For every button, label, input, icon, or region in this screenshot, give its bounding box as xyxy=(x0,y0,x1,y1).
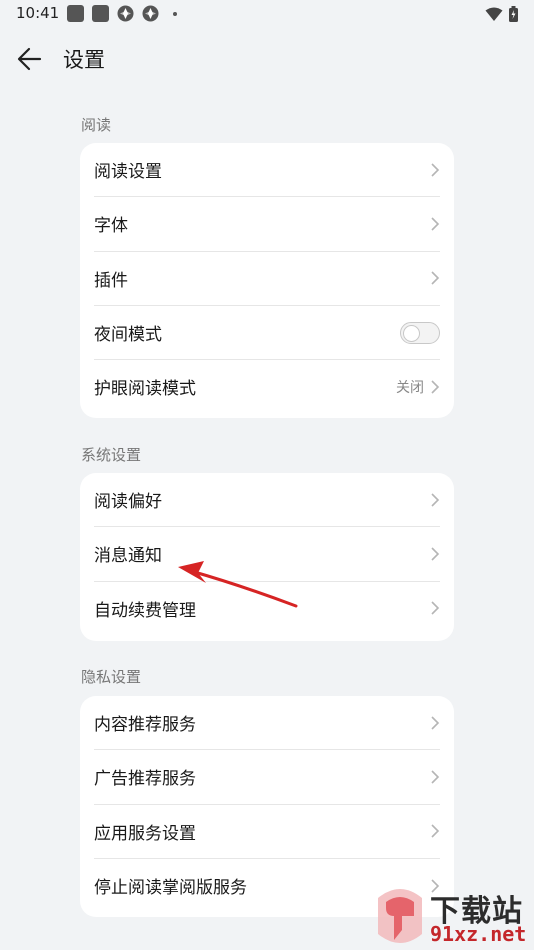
settings-item-label: 插件 xyxy=(94,270,128,291)
watermark-logo-icon xyxy=(378,889,422,943)
section-header-reading: 阅读 xyxy=(81,116,112,134)
settings-item-auto-renewal[interactable]: 自动续费管理 xyxy=(94,582,440,635)
chevron-right-icon xyxy=(431,824,440,838)
settings-item-label: 字体 xyxy=(94,216,128,237)
night-mode-toggle[interactable] xyxy=(400,321,440,344)
chevron-right-icon xyxy=(431,493,440,507)
chevron-right-icon xyxy=(431,716,440,730)
settings-item-night-mode: 夜间模式 xyxy=(94,306,440,361)
system-settings-card: 阅读偏好 消息通知 自动续费管理 xyxy=(80,473,454,641)
settings-item-label: 应用服务设置 xyxy=(94,823,196,844)
back-arrow-icon xyxy=(17,47,42,71)
chevron-right-icon xyxy=(431,380,440,394)
back-button[interactable] xyxy=(14,44,46,74)
eye-protection-status: 关闭 xyxy=(396,379,424,396)
wifi-icon xyxy=(485,7,503,26)
toggle-knob xyxy=(403,324,420,342)
settings-item-reading-preferences[interactable]: 阅读偏好 xyxy=(94,473,440,528)
settings-item-label: 自动续费管理 xyxy=(94,600,196,621)
chevron-right-icon xyxy=(431,217,440,231)
settings-item-app-service-settings[interactable]: 应用服务设置 xyxy=(94,805,440,859)
watermark: 下载站 91xz.net xyxy=(372,886,532,948)
settings-item-font[interactable]: 字体 xyxy=(94,197,440,252)
chevron-right-icon xyxy=(431,547,440,561)
pinwheel-icon xyxy=(117,5,134,22)
chevron-right-icon xyxy=(431,601,440,615)
chevron-right-icon xyxy=(431,271,440,285)
settings-item-label: 夜间模式 xyxy=(94,325,162,346)
settings-item-label: 内容推荐服务 xyxy=(94,715,196,736)
settings-item-label: 阅读设置 xyxy=(94,162,162,183)
settings-item-label: 广告推荐服务 xyxy=(94,769,196,790)
notification-icons xyxy=(67,5,177,22)
app-notification-icon xyxy=(92,5,109,22)
system-icons xyxy=(485,6,518,26)
status-time: 10:41 xyxy=(16,4,60,22)
chevron-right-icon xyxy=(431,163,440,177)
section-header-system: 系统设置 xyxy=(81,446,142,464)
more-notifications-dot-icon xyxy=(173,11,177,16)
battery-icon xyxy=(509,6,518,26)
pinwheel-icon xyxy=(142,5,159,22)
chevron-right-icon xyxy=(431,770,440,784)
page-title: 设置 xyxy=(63,48,105,72)
settings-item-ad-recommendation[interactable]: 广告推荐服务 xyxy=(94,750,440,805)
settings-item-plugins[interactable]: 插件 xyxy=(94,252,440,306)
status-bar: 10:41 xyxy=(0,0,534,28)
settings-item-eye-protection-mode[interactable]: 护眼阅读模式 关闭 xyxy=(94,360,440,413)
settings-item-reading-settings[interactable]: 阅读设置 xyxy=(94,143,440,198)
reading-settings-card: 阅读设置 字体 插件 夜间模式 护眼阅读模式 关闭 xyxy=(80,143,454,418)
app-notification-icon xyxy=(67,5,84,22)
settings-item-label: 停止阅读掌阅版服务 xyxy=(94,878,247,899)
section-header-privacy: 隐私设置 xyxy=(81,668,142,686)
settings-item-notifications[interactable]: 消息通知 xyxy=(94,527,440,582)
app-bar: 设置 xyxy=(0,36,534,82)
settings-item-content-recommendation[interactable]: 内容推荐服务 xyxy=(94,696,440,751)
privacy-settings-card: 内容推荐服务 广告推荐服务 应用服务设置 停止阅读掌阅版服务 xyxy=(80,696,454,917)
settings-item-label: 消息通知 xyxy=(94,546,162,567)
settings-item-label: 阅读偏好 xyxy=(94,492,162,513)
watermark-text-bottom: 91xz.net xyxy=(430,922,527,946)
settings-item-label: 护眼阅读模式 xyxy=(94,379,196,400)
